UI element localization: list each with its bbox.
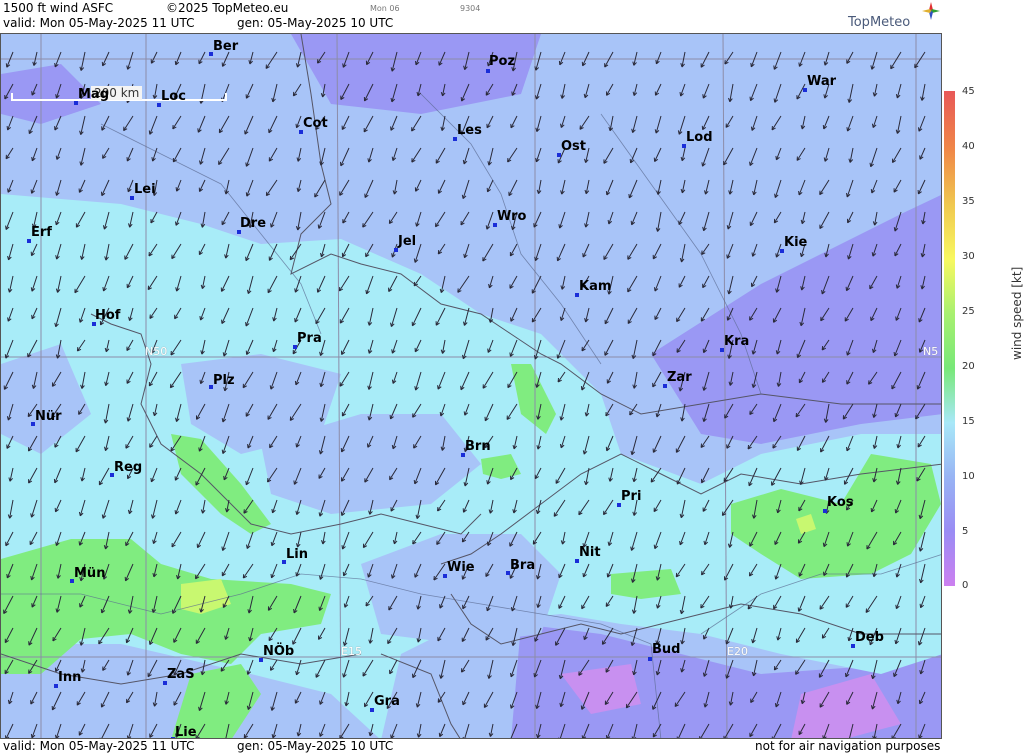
compass-star-icon: [922, 2, 940, 20]
legend-tick: 10: [962, 471, 975, 482]
legend-tick: 30: [962, 251, 975, 262]
city-nob[interactable]: NÖb: [263, 645, 294, 658]
legend-tick: 45: [962, 86, 975, 97]
city-nit[interactable]: Nit: [579, 546, 601, 559]
mini-label-1: Mon 06: [370, 4, 400, 13]
city-cot[interactable]: Cot: [303, 117, 328, 130]
city-reg[interactable]: Reg: [114, 461, 142, 474]
city-pri[interactable]: Pri: [621, 490, 641, 503]
city-brn[interactable]: Brn: [465, 440, 491, 453]
topmeteo-logo: TopMeteo: [848, 15, 911, 30]
city-wro[interactable]: Wro: [497, 210, 526, 223]
city-kra[interactable]: Kra: [724, 335, 749, 348]
city-zas[interactable]: ZaS: [167, 668, 195, 681]
color-scale-bar: [944, 91, 955, 586]
city-lod[interactable]: Lod: [686, 131, 713, 144]
legend-tick: 35: [962, 196, 975, 207]
city-ost[interactable]: Ost: [561, 140, 586, 153]
wind-field: [1, 34, 941, 738]
city-zar[interactable]: Zar: [667, 371, 692, 384]
city-mag[interactable]: Mag: [78, 88, 109, 101]
city-wie[interactable]: Wie: [447, 561, 475, 574]
city-bud[interactable]: Bud: [652, 643, 680, 656]
grid-label-e20: E20: [727, 645, 748, 658]
city-kie[interactable]: Kie: [784, 236, 807, 249]
city-war[interactable]: War: [807, 75, 836, 88]
city-bra[interactable]: Bra: [510, 559, 535, 572]
grid-label-n5: N5: [923, 345, 939, 358]
city-marker: [486, 69, 490, 73]
disclaimer: not for air navigation purposes: [755, 739, 941, 753]
city-poz[interactable]: Poz: [489, 55, 515, 68]
legend-tick: 0: [962, 580, 969, 591]
city-kos[interactable]: Kos: [827, 496, 854, 509]
city-lie[interactable]: Lie: [175, 726, 197, 738]
city-inn[interactable]: Inn: [58, 671, 81, 684]
city-ber[interactable]: Ber: [213, 40, 238, 53]
city-erf[interactable]: Erf: [31, 226, 52, 239]
footer-generated-time: gen: 05-May-2025 10 UTC: [237, 739, 394, 753]
legend-tick: 15: [962, 416, 975, 427]
legend-title: wind speed [kt]: [1010, 266, 1024, 360]
city-marker: [648, 657, 652, 661]
legend-tick: 5: [962, 526, 969, 537]
city-lin[interactable]: Lin: [286, 548, 308, 561]
grid-label-e15: E15: [341, 645, 362, 658]
city-les[interactable]: Les: [457, 124, 482, 137]
legend-tick: 25: [962, 306, 975, 317]
wind-speed-legend: 45 40 35 30 25 20 15 10 5 0 wind speed […: [942, 0, 1033, 754]
city-dre[interactable]: Dre: [240, 217, 266, 230]
valid-time: valid: Mon 05-May-2025 11 UTC: [3, 16, 195, 30]
wind-map[interactable]: 200 km N50 E15 E20 N5 Ber Poz War Mag Lo…: [0, 33, 942, 739]
city-kam[interactable]: Kam: [579, 280, 611, 293]
map-header: 1500 ft wind ASFC ©2025 TopMeteo.eu vali…: [0, 0, 942, 33]
city-pra[interactable]: Pra: [297, 332, 322, 345]
city-gra[interactable]: Gra: [374, 695, 400, 708]
wind-band-20kt-nitra: [611, 569, 681, 599]
map-footer: valid: Mon 05-May-2025 11 UTC gen: 05-Ma…: [0, 739, 942, 754]
city-nur[interactable]: Nür: [35, 410, 62, 423]
copyright: ©2025 TopMeteo.eu: [166, 1, 289, 15]
legend-tick: 20: [962, 361, 975, 372]
city-plz[interactable]: Plz: [213, 374, 235, 387]
city-jel[interactable]: Jel: [398, 235, 416, 248]
city-hof[interactable]: Hof: [95, 309, 120, 322]
generated-time: gen: 05-May-2025 10 UTC: [237, 16, 394, 30]
product-title: 1500 ft wind ASFC: [3, 1, 114, 15]
city-mun[interactable]: Mün: [74, 567, 105, 580]
grid-label-n50: N50: [145, 345, 168, 358]
mini-label-2: 9304: [460, 4, 481, 13]
footer-valid-time: valid: Mon 05-May-2025 11 UTC: [3, 739, 195, 753]
legend-tick: 40: [962, 141, 975, 152]
city-lei[interactable]: Lei: [134, 183, 156, 196]
city-deb[interactable]: Deb: [855, 631, 884, 644]
city-loc[interactable]: Loc: [161, 90, 186, 103]
